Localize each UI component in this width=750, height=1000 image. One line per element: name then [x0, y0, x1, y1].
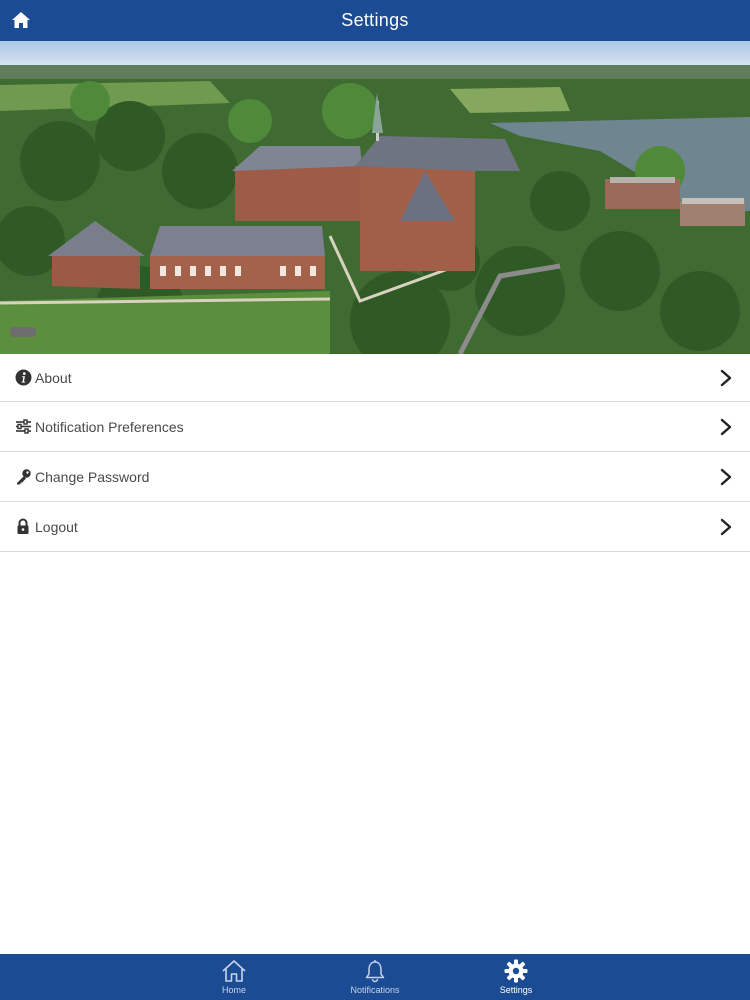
menu-item-label: Notification Preferences [35, 418, 184, 435]
tab-label: Settings [499, 985, 533, 995]
lock-icon [14, 518, 32, 536]
tab-label: Home [221, 985, 246, 995]
menu-item-change-password[interactable]: Change Password [0, 452, 750, 502]
home-button[interactable] [8, 7, 34, 33]
menu-item-notification-preferences[interactable]: Notification Preferences [0, 402, 750, 452]
chevron-right-icon [720, 468, 732, 485]
page-title: Settings [341, 10, 409, 30]
tab-label: Notifications [350, 985, 400, 995]
campus-aerial-image [0, 41, 750, 354]
menu-item-label: Change Password [35, 468, 150, 485]
chevron-right-icon [720, 369, 732, 386]
gear-icon [504, 959, 528, 983]
settings-screen: Settings About Notification Preferences … [0, 0, 750, 1000]
chevron-right-icon [720, 418, 732, 435]
menu-item-about[interactable]: About [0, 354, 750, 402]
home-icon [12, 12, 30, 28]
info-icon [14, 369, 32, 387]
menu-item-label: Logout [35, 518, 78, 535]
bell-icon [365, 960, 385, 983]
menu-item-logout[interactable]: Logout [0, 502, 750, 552]
tab-settings[interactable]: Settings [471, 954, 561, 1000]
house-icon [222, 960, 246, 982]
sliders-icon [14, 418, 32, 436]
tab-home[interactable]: Home [189, 954, 279, 1000]
top-bar: Settings [0, 0, 750, 41]
settings-menu: About Notification Preferences Change Pa… [0, 354, 750, 552]
tab-notifications[interactable]: Notifications [330, 954, 420, 1000]
menu-item-label: About [35, 369, 72, 386]
bottom-tab-bar: Home Notifications Settings [0, 954, 750, 1000]
chevron-right-icon [720, 518, 732, 535]
key-icon [14, 468, 32, 486]
